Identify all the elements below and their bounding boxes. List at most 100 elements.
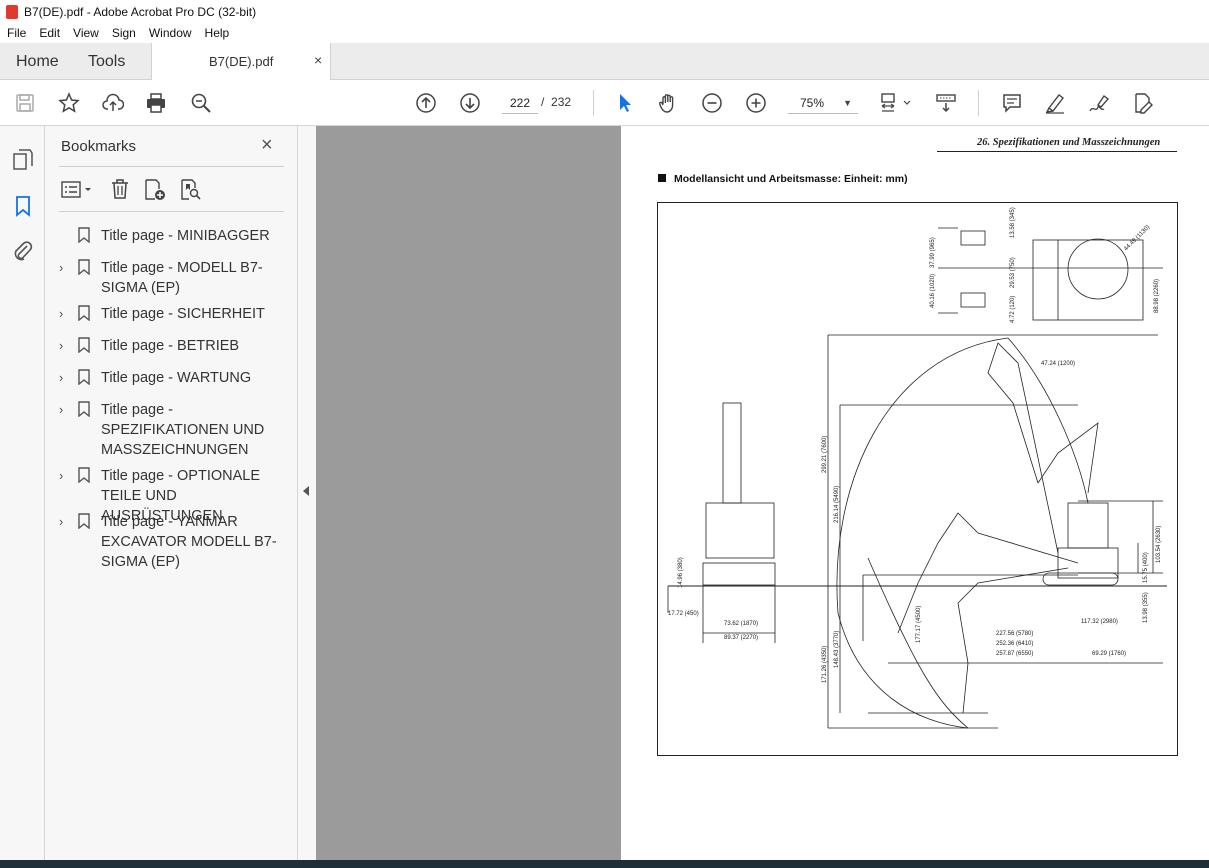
dimension-label: 216.14 (5490) <box>834 486 840 523</box>
title-bar: B7(DE).pdf - Adobe Acrobat Pro DC (32-bi… <box>0 0 1209 23</box>
save-icon[interactable] <box>13 91 37 115</box>
top-view-blade <box>960 292 986 308</box>
bookmark-icon <box>78 401 90 417</box>
zoom-level-value: 75% <box>800 96 825 110</box>
menu-file[interactable]: File <box>7 26 26 40</box>
dimension-label: 15.75 (400) <box>1143 552 1149 583</box>
menu-window[interactable]: Window <box>149 26 192 40</box>
dimension-label: 44.49 (1130) <box>1123 224 1151 252</box>
bookmark-icon <box>78 305 90 321</box>
machine-cab <box>1067 502 1109 549</box>
dimension-label: 252.36 (6410) <box>996 641 1033 647</box>
bookmark-icon <box>78 513 90 529</box>
menu-sign[interactable]: Sign <box>112 26 136 40</box>
fit-page-icon[interactable] <box>877 91 913 115</box>
dimension-label: 148.43 (3770) <box>834 631 840 668</box>
page-count: / 232 <box>541 95 571 109</box>
pdf-page[interactable]: 26. Spezifikationen und Masszeichnungen … <box>621 126 1209 868</box>
working-envelope <box>836 337 1009 729</box>
dimension-label: 29.53 (750) <box>1010 257 1016 288</box>
dimension-label: 4.72 (120) <box>1010 296 1016 323</box>
boom-raised <box>987 342 1059 554</box>
document-canvas[interactable] <box>316 126 621 868</box>
bookmark-label: Title page - MODELL B7-SIGMA (EP) <box>101 260 263 296</box>
zoom-level-select[interactable]: 75% ▼ <box>788 92 858 114</box>
search-zoom-icon[interactable] <box>189 91 213 115</box>
dimension-label: 257.87 (6550) <box>996 651 1033 657</box>
excavator-drawing: 47.24 (1200) 299.21 (7600) 216.14 (5490)… <box>667 207 1167 729</box>
bookmark-icon <box>78 227 90 243</box>
tab-document[interactable]: B7(DE).pdf × <box>151 43 331 80</box>
toolbar-divider <box>593 90 594 116</box>
divider <box>59 166 284 167</box>
chevron-right-icon[interactable]: › <box>59 402 69 417</box>
bookmark-label: Title page - BETRIEB <box>101 338 240 354</box>
divider <box>59 211 284 212</box>
bookmark-label: Title page - MINIBAGGER <box>101 228 270 244</box>
print-icon[interactable] <box>144 91 168 115</box>
front-view-blade <box>702 562 776 586</box>
chevron-right-icon[interactable]: › <box>59 514 69 529</box>
dimension-drawing: 47.24 (1200) 299.21 (7600) 216.14 (5490)… <box>657 202 1178 756</box>
front-view-boom <box>722 402 742 504</box>
star-icon[interactable] <box>57 91 81 115</box>
tab-home[interactable]: Home <box>16 53 59 71</box>
dimension-label: 299.21 (7600) <box>822 436 828 473</box>
highlight-pen-icon[interactable] <box>1043 91 1067 115</box>
dimension-label: 40.16 (1020) <box>930 274 936 308</box>
dimension-label: 88.98 (2260) <box>1154 279 1160 313</box>
menu-edit[interactable]: Edit <box>39 26 60 40</box>
dimension-label: 227.56 (5780) <box>996 631 1033 637</box>
window-title: B7(DE).pdf - Adobe Acrobat Pro DC (32-bi… <box>24 4 257 19</box>
select-cursor-icon[interactable] <box>613 91 637 115</box>
find-bookmark-icon[interactable] <box>179 178 203 202</box>
page-number-input[interactable]: 222 <box>502 92 538 114</box>
upload-cloud-icon[interactable] <box>101 91 125 115</box>
collapse-arrow-icon <box>303 486 309 496</box>
chevron-right-icon[interactable]: › <box>59 338 69 353</box>
toolbar: 222 / 232 75% ▼ <box>0 80 1209 126</box>
header-rule <box>937 151 1177 152</box>
page-thumbnails-icon[interactable] <box>11 148 35 172</box>
previous-page-icon[interactable] <box>414 91 438 115</box>
close-icon[interactable]: × <box>261 134 273 157</box>
bookmarks-icon[interactable] <box>11 194 35 218</box>
sign-pen-icon[interactable] <box>1087 91 1111 115</box>
dimension-label: 13.58 (345) <box>1010 207 1016 238</box>
comment-icon[interactable] <box>1000 91 1024 115</box>
tab-close-icon[interactable]: × <box>314 52 322 68</box>
page-header: 26. Spezifikationen und Masszeichnungen <box>977 137 1161 148</box>
next-page-icon[interactable] <box>458 91 482 115</box>
dimension-label: 17.72 (450) <box>668 611 699 617</box>
menu-help[interactable]: Help <box>205 26 230 40</box>
bookmark-label: Title page - YANMAR EXCAVATOR MODELL B7-… <box>101 514 277 570</box>
chevron-right-icon[interactable]: › <box>59 260 69 275</box>
attachments-icon[interactable] <box>11 239 35 263</box>
bookmark-label: Title page - SPEZIFIKATIONEN UND MASSZEI… <box>101 402 265 458</box>
dimension-label: 13.98 (355) <box>1143 592 1149 623</box>
bookmark-options-icon[interactable] <box>61 180 95 200</box>
chevron-right-icon[interactable]: › <box>59 370 69 385</box>
hand-tool-icon[interactable] <box>656 91 680 115</box>
panel-collapse-handle[interactable] <box>298 126 316 868</box>
chevron-right-icon[interactable]: › <box>59 306 69 321</box>
edit-pdf-icon[interactable] <box>1131 91 1155 115</box>
menu-view[interactable]: View <box>73 26 99 40</box>
section-title: Modellansicht und Arbeitsmasse: Einheit:… <box>658 173 908 185</box>
dimension-label: 73.62 (1870) <box>724 621 758 627</box>
tab-tools[interactable]: Tools <box>88 53 125 71</box>
zoom-in-icon[interactable] <box>744 91 768 115</box>
dimension-label: 69.29 (1760) <box>1092 651 1126 657</box>
bookmark-icon <box>78 369 90 385</box>
read-mode-icon[interactable] <box>934 91 958 115</box>
delete-bookmark-icon[interactable] <box>109 178 131 200</box>
menu-bar: File Edit View Sign Window Help <box>0 23 1209 43</box>
dimension-label: 171.26 (4350) <box>822 646 828 683</box>
arm-raised <box>1037 422 1099 494</box>
zoom-out-icon[interactable] <box>700 91 724 115</box>
top-view-bucket <box>960 230 986 246</box>
new-bookmark-icon[interactable] <box>143 178 167 202</box>
toolbar-divider <box>978 90 979 116</box>
taskbar-strip <box>0 860 1209 868</box>
chevron-right-icon[interactable]: › <box>59 468 69 483</box>
